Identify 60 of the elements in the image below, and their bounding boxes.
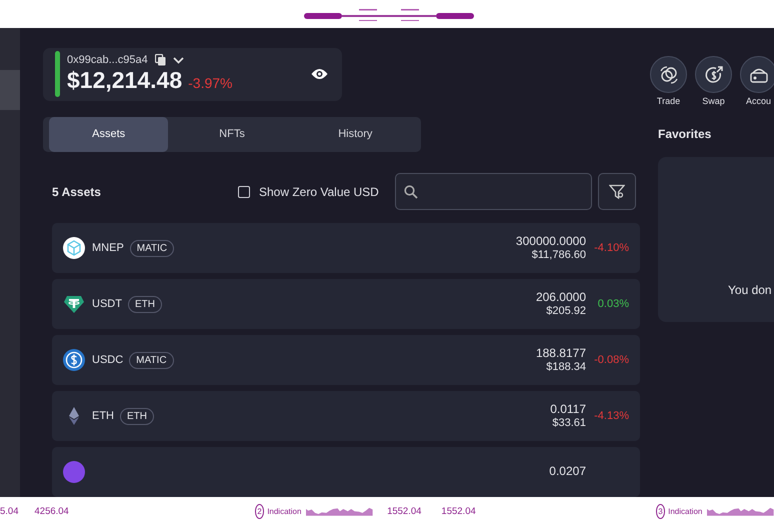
indicator-number: 3 (656, 504, 666, 519)
asset-name: USDT (92, 298, 122, 310)
checkbox-label: Show Zero Value USD (259, 184, 379, 198)
ticker-value: 1552.04 (387, 506, 422, 517)
asset-name: ETH (92, 410, 114, 422)
empty-message: You don (728, 283, 772, 297)
action-label: Accou (746, 96, 771, 106)
action-label: Swap (702, 96, 725, 106)
dollar-arrow-icon (704, 64, 724, 84)
coins-icon (658, 64, 678, 84)
asset-amount: 0.0117 (550, 402, 586, 417)
ticker-value: 4256.04 (34, 506, 69, 517)
favorites-title: Favorites (658, 127, 712, 141)
asset-change: 0.03% (596, 298, 629, 310)
asset-name: MNEP (92, 242, 124, 254)
balance-change: -3.97% (188, 75, 232, 92)
wallet-balance: $12,214.48 (67, 67, 182, 94)
asset-amount: 300000.0000 (516, 234, 586, 249)
coin-icon (63, 461, 85, 483)
ticker-value: 1552.04 (441, 506, 476, 517)
copy-icon[interactable] (154, 54, 166, 66)
asset-change: -0.08% (593, 354, 629, 366)
asset-value: $11,786.60 (532, 248, 586, 262)
tab[interactable]: NFTs (172, 116, 292, 152)
network-tag: ETH (120, 408, 154, 424)
action-button[interactable] (650, 56, 687, 93)
search-icon (404, 184, 418, 198)
asset-value: $33.61 (552, 416, 586, 430)
asset-value: $188.34 (546, 360, 586, 374)
action-label: Trade (656, 96, 680, 106)
asset-name: USDC (92, 354, 124, 366)
action-button[interactable] (695, 56, 732, 93)
tab[interactable]: History (296, 116, 415, 152)
search-field[interactable] (394, 173, 592, 210)
ticker-value: 5.04 (0, 506, 18, 517)
asset-amount: 188.8177 (536, 346, 586, 361)
dollar-coin-icon (63, 349, 85, 371)
cube-icon (63, 237, 85, 259)
indicator-label: Indication (267, 507, 302, 516)
tether-icon (63, 293, 85, 315)
eye-icon[interactable] (311, 68, 328, 80)
filter-button[interactable] (598, 173, 636, 210)
asset-amount: 0.0207 (549, 465, 586, 479)
filter-icon (608, 184, 625, 200)
wallet-address: 0x99cab...c95a4 (67, 54, 148, 66)
tab[interactable]: Assets (49, 116, 168, 152)
asset-amount: 206.0000 (536, 290, 586, 305)
asset-value: $205.92 (546, 304, 586, 318)
action-button[interactable] (740, 56, 774, 93)
asset-change: -4.13% (593, 410, 629, 422)
network-tag: ETH (128, 296, 162, 312)
indicator-number: 2 (254, 504, 264, 519)
network-tag: MATIC (130, 240, 174, 256)
indicator-label: Indication (668, 507, 702, 516)
asset-change: -4.10% (593, 242, 629, 254)
asset-row[interactable]: 0.0207 (52, 447, 640, 497)
chevron-down-icon[interactable] (172, 56, 184, 64)
checkbox[interactable] (238, 186, 250, 198)
network-tag: MATIC (129, 352, 174, 368)
assets-count: 5 Assets (52, 184, 102, 198)
